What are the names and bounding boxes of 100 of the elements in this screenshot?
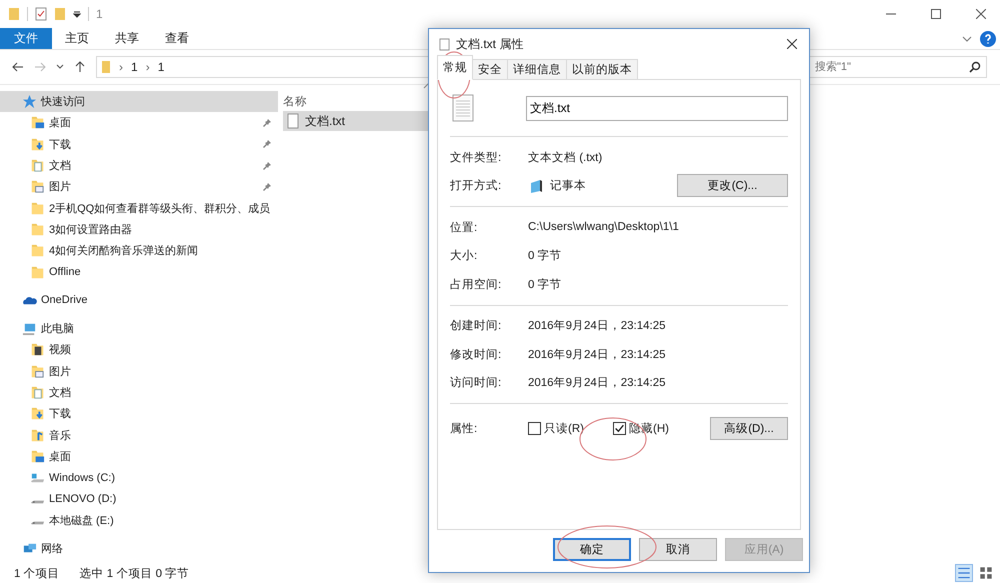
dialog-title: 文档.txt 属性 (456, 36, 524, 52)
ribbon-tab[interactable]: 文件 (0, 28, 52, 49)
nav-item[interactable]: 视频 (0, 339, 278, 361)
nav-item[interactable]: Windows (C:) (0, 467, 278, 488)
property-label: 位置: (450, 220, 478, 235)
nav-item[interactable]: 3如何设置路由器 (0, 218, 278, 240)
notepad-icon (528, 178, 544, 194)
document-folder-icon (30, 158, 45, 174)
nav-item[interactable]: LENOVO (D:) (0, 488, 278, 510)
property-label: 文件类型: (450, 150, 502, 165)
file-row[interactable]: 文档.txt (283, 111, 430, 131)
checkbox-box[interactable] (528, 422, 541, 434)
pin-icon[interactable] (262, 139, 272, 150)
recent-locations-icon[interactable] (56, 64, 64, 70)
dialog-button[interactable]: 确定 (553, 538, 631, 561)
nav-item[interactable]: 文档 (0, 382, 278, 404)
property-value: 文本文档 (.txt) (528, 150, 602, 165)
nav-item[interactable]: 本地磁盘 (E:) (0, 510, 278, 531)
nav-item[interactable]: 下载 (0, 403, 278, 424)
download-folder-icon (30, 406, 45, 422)
property-label: 大小: (450, 248, 478, 264)
drive-icon (30, 521, 45, 526)
tab[interactable]: 常规 (437, 55, 473, 80)
checkbox[interactable]: 只读(R) (528, 420, 613, 436)
maximize-button[interactable] (931, 9, 941, 19)
selection-info: 选中 1 个项目 0 字节 (80, 566, 190, 580)
video-folder-icon (30, 342, 45, 358)
download-folder-icon (30, 136, 45, 152)
tab[interactable]: 安全 (472, 59, 508, 79)
property-value: 2016年9月24日，23:14:25 (528, 318, 666, 334)
property-value: 0 字节 (528, 277, 562, 292)
checkmark-document-icon[interactable] (35, 7, 47, 21)
search-field[interactable]: 搜索"1" (809, 56, 987, 78)
dialog-button[interactable]: 取消 (639, 538, 717, 561)
property-label: 访问时间: (450, 375, 502, 390)
property-value: 2016年9月24日，23:14:25 (528, 348, 666, 362)
expand-ribbon-icon[interactable] (962, 36, 972, 42)
folder-icon (30, 264, 45, 280)
checkbox-box[interactable] (613, 422, 626, 434)
up-arrow-icon[interactable] (74, 61, 86, 73)
checkbox[interactable]: 隐藏(H) (613, 420, 698, 436)
help-icon[interactable] (980, 30, 996, 46)
property-value: 记事本 (550, 178, 587, 194)
search-icon (969, 61, 981, 73)
nav-item[interactable]: 音乐 (0, 424, 278, 446)
property-label: 创建时间: (450, 318, 502, 334)
nav-item[interactable]: 4如何关闭酷狗音乐弹送的新闻 (0, 240, 278, 262)
nav-item[interactable]: 下载 (0, 134, 278, 155)
picture-folder-icon (30, 179, 45, 194)
details-view-icon[interactable] (956, 565, 972, 581)
nav-item[interactable]: 2手机QQ如何查看群等级头衔、群积分、成员 (0, 197, 278, 219)
pin-icon[interactable] (262, 160, 272, 171)
large-icons-view-icon[interactable] (978, 565, 994, 581)
nav-item[interactable]: OneDrive (0, 290, 278, 311)
pin-icon[interactable] (262, 182, 272, 192)
annotation-circle (437, 51, 471, 99)
nav-item[interactable]: 桌面 (0, 112, 278, 134)
tab[interactable]: 以前的版本 (566, 59, 638, 79)
property-label: 属性: (450, 422, 478, 436)
tab[interactable]: 详细信息 (507, 59, 567, 79)
nav-item[interactable]: 桌面 (0, 446, 278, 468)
picture-folder-icon (30, 364, 45, 379)
property-label: 打开方式: (450, 178, 502, 194)
file-name-field[interactable]: 文档.txt (526, 96, 788, 120)
ribbon-tab[interactable]: 查看 (152, 28, 202, 49)
computer-icon (22, 321, 37, 336)
folder-icon (30, 200, 45, 216)
folder-icon (30, 243, 45, 258)
pin-icon[interactable] (262, 118, 272, 128)
text-file-icon (439, 38, 450, 50)
drive-icon (30, 500, 45, 504)
text-file-icon (287, 113, 299, 129)
music-folder-icon (30, 428, 45, 443)
star-icon (22, 94, 37, 110)
folder-icon (30, 222, 45, 237)
nav-item[interactable]: 快速访问 (0, 91, 278, 112)
ribbon-tab[interactable]: 主页 (52, 28, 102, 49)
property-label: 修改时间: (450, 348, 502, 362)
window-title: 1 (96, 7, 103, 21)
nav-item[interactable]: 网络 (0, 538, 278, 560)
ribbon-tab[interactable]: 共享 (102, 28, 152, 49)
nav-item[interactable]: Offline (0, 261, 278, 283)
dropdown-icon[interactable] (73, 10, 81, 18)
change-button[interactable]: 更改(C)... (677, 174, 788, 198)
text-file-icon (452, 94, 474, 122)
advanced-button[interactable]: 高级(D)... (710, 416, 788, 440)
nav-item[interactable]: 图片 (0, 360, 278, 382)
item-count: 1 个项目 (14, 566, 60, 580)
document-folder-icon (30, 385, 45, 400)
column-header[interactable]: 名称 (283, 94, 307, 108)
property-label: 占用空间: (450, 277, 502, 292)
close-icon[interactable] (787, 39, 797, 49)
back-arrow-icon[interactable] (12, 61, 24, 73)
desktop-folder-icon (30, 448, 45, 464)
nav-item[interactable]: 文档 (0, 154, 278, 176)
close-icon[interactable] (976, 9, 986, 19)
nav-item[interactable]: 此电脑 (0, 318, 278, 340)
desktop-folder-icon (30, 115, 45, 130)
property-value: 0 字节 (528, 248, 562, 264)
nav-item[interactable]: 图片 (0, 176, 278, 198)
